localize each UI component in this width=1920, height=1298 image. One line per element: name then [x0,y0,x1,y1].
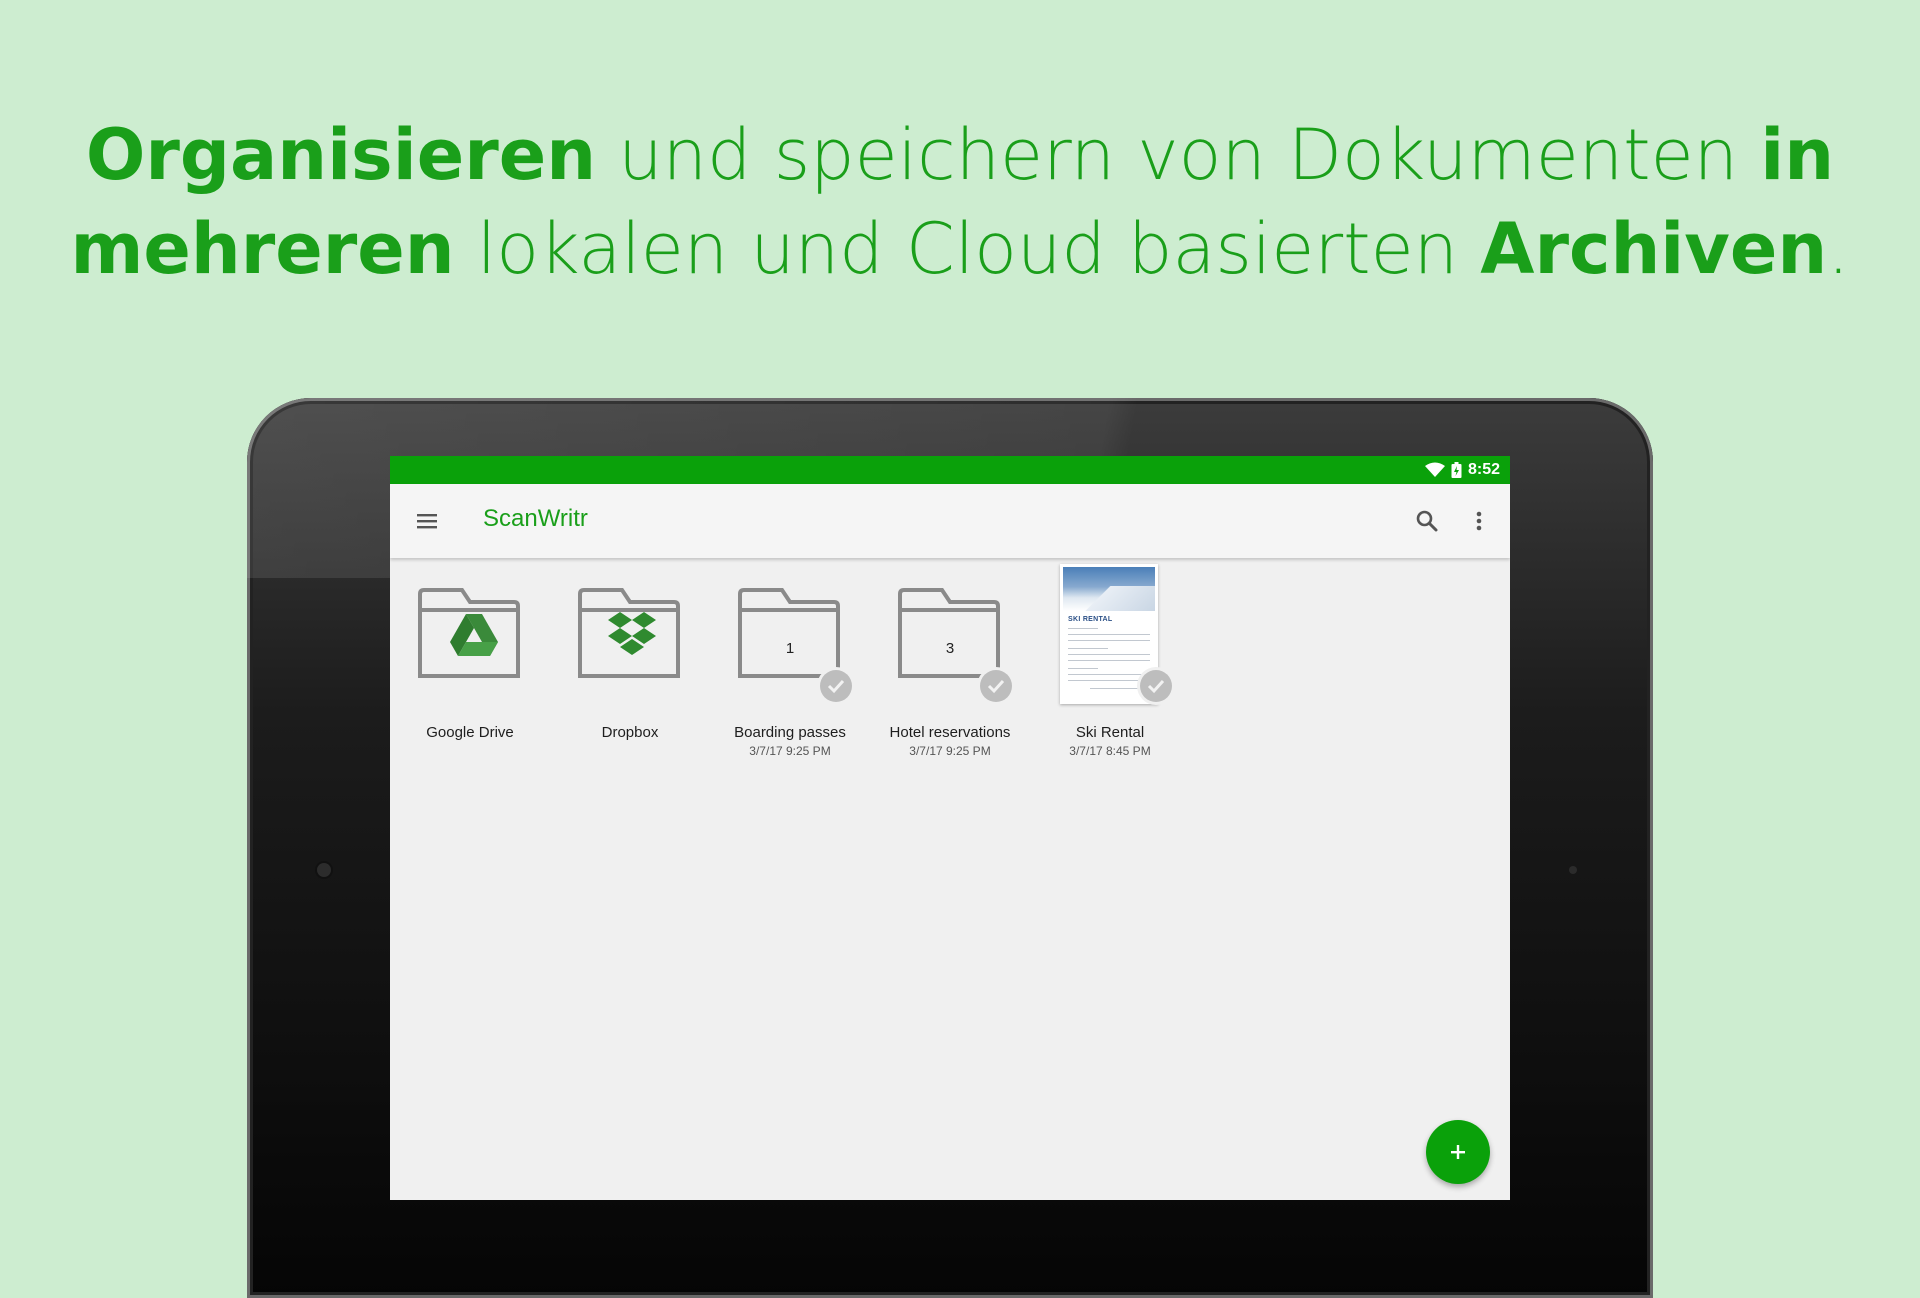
app-toolbar: ScanWritr [390,484,1510,558]
battery-charging-icon [1451,462,1462,478]
more-vert-icon[interactable] [1464,506,1494,536]
item-date: 3/7/17 9:25 PM [749,744,831,758]
promo-headline: Organisieren und speichern von Dokumente… [0,108,1920,296]
add-document-button[interactable] [1426,1120,1490,1184]
app-title: ScanWritr [483,505,588,532]
headline-line-2: mehreren lokalen und Cloud basierten Arc… [70,208,1850,290]
select-check-icon[interactable] [980,670,1012,702]
item-name: Boarding passes [734,724,846,741]
grid-item-boarding-passes[interactable]: 1 Boarding passes 3/7/17 9:25 PM [710,566,870,758]
document-grid: Google Drive Dropbox 1 Boarding passes 3… [390,558,1510,758]
grid-item-google-drive[interactable]: Google Drive [390,566,550,746]
item-name: Dropbox [601,724,659,741]
grid-item-ski-rental[interactable]: SKI RENTAL Ski Rental 3/7/17 8:45 PM [1030,564,1190,758]
folder-count: 3 [945,640,955,657]
grid-item-hotel-reservations[interactable]: 3 Hotel reservations 3/7/17 9:25 PM [870,566,1030,758]
status-bar: 8:52 [390,456,1510,484]
light-sensor [1569,866,1577,874]
item-date: 3/7/17 9:25 PM [909,744,991,758]
clock: 8:52 [1467,461,1500,478]
folder-count: 1 [785,640,795,657]
status-icons: 8:52 [1424,456,1500,484]
app-screen: 8:52 ScanWritr Google Drive Dropbox 1 Bo… [390,456,1510,1200]
search-icon[interactable] [1412,506,1442,536]
dropbox-icon [608,612,656,655]
plus-icon [1451,1145,1465,1159]
item-name: Ski Rental [1075,724,1145,741]
document-heading: SKI RENTAL [1068,616,1113,623]
front-camera [317,863,331,877]
hamburger-menu-icon[interactable] [412,506,442,536]
wifi-icon [1424,462,1445,477]
google-drive-icon [450,614,498,656]
item-name: Google Drive [426,724,514,741]
grid-item-dropbox[interactable]: Dropbox [550,566,710,746]
select-check-icon[interactable] [1140,670,1172,702]
item-date: 3/7/17 8:45 PM [1069,744,1151,758]
item-name: Hotel reservations [889,724,1011,741]
headline-line-1: Organisieren und speichern von Dokumente… [85,114,1835,196]
select-check-icon[interactable] [820,670,852,702]
